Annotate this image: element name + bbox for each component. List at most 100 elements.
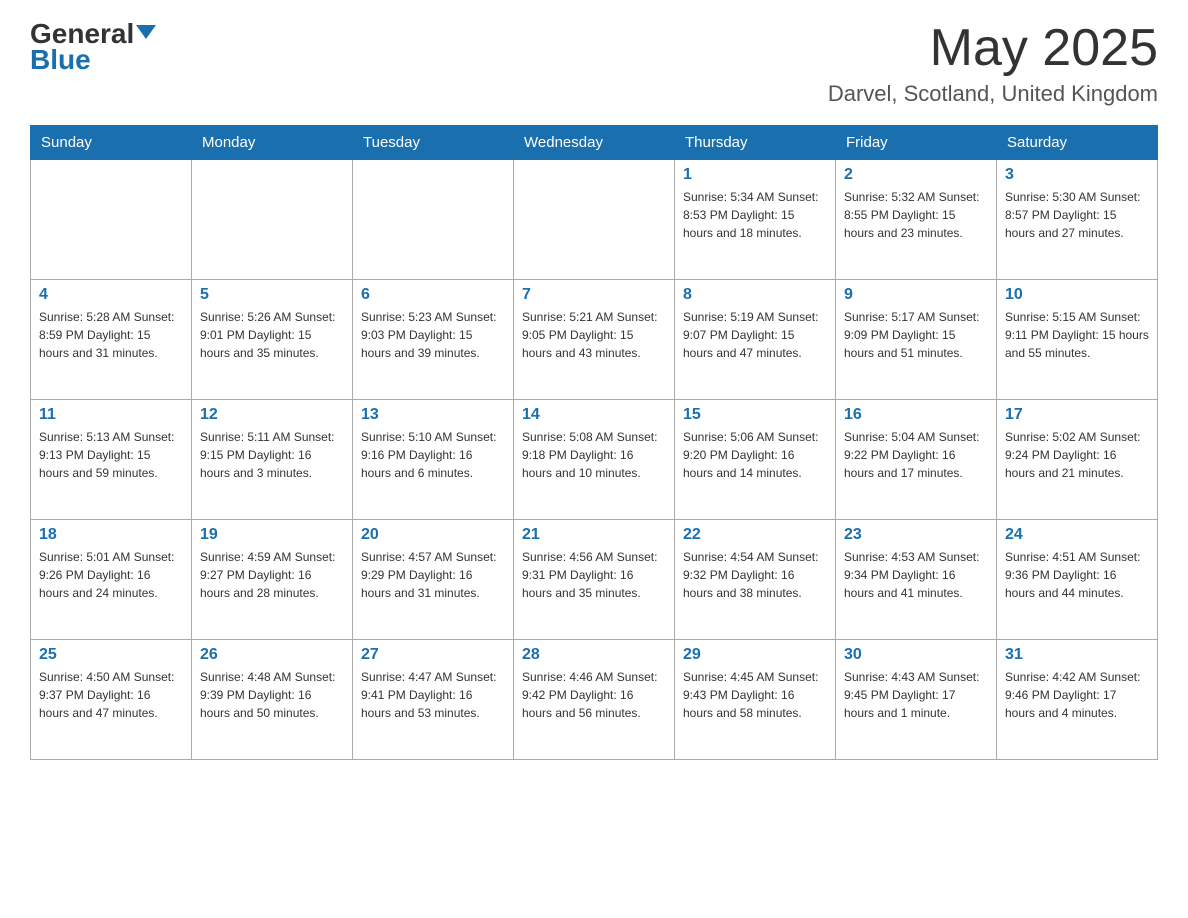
day-info: Sunrise: 4:43 AM Sunset: 9:45 PM Dayligh… [844,668,988,722]
day-info: Sunrise: 4:54 AM Sunset: 9:32 PM Dayligh… [683,548,827,602]
day-number: 23 [844,526,988,544]
day-info: Sunrise: 4:53 AM Sunset: 9:34 PM Dayligh… [844,548,988,602]
calendar-cell: 1 Sunrise: 5:34 AM Sunset: 8:53 PM Daylig… [675,160,836,280]
calendar-cell [192,160,353,280]
day-number: 6 [361,286,505,304]
calendar-cell: 14Sunrise: 5:08 AM Sunset: 9:18 PM Dayli… [514,400,675,520]
day-info: Sunrise: 4:46 AM Sunset: 9:42 PM Dayligh… [522,668,666,722]
day-number: 19 [200,526,344,544]
day-number: 28 [522,646,666,664]
day-number: 24 [1005,526,1149,544]
day-info: Sunrise: 5:15 AM Sunset: 9:11 PM Dayligh… [1005,308,1149,362]
calendar-cell: 24 Sunrise: 4:51 AM Sunset: 9:36 PM Dayli… [997,520,1158,640]
logo-blue: Blue [30,46,91,74]
day-number: 21 [522,526,666,544]
calendar-header-saturday: Saturday [997,126,1158,160]
calendar-cell: 31 Sunrise: 4:42 AM Sunset: 9:46 PM Dayli… [997,640,1158,760]
day-info: Sunrise: 4:48 AM Sunset: 9:39 PM Dayligh… [200,668,344,722]
title-block: May 2025 Darvel, Scotland, United Kingdo… [828,20,1158,107]
day-info: Sunrise: 5:21 AM Sunset: 9:05 PM Dayligh… [522,308,666,362]
day-number: 16 [844,406,988,424]
page-header: General Blue May 2025 Darvel, Scotland, … [30,20,1158,107]
calendar-cell [353,160,514,280]
calendar-cell: 19 Sunrise: 4:59 AM Sunset: 9:27 PM Dayli… [192,520,353,640]
calendar-cell: 30 Sunrise: 4:43 AM Sunset: 9:45 PM Dayli… [836,640,997,760]
calendar-cell [31,160,192,280]
calendar-cell: 10 Sunrise: 5:15 AM Sunset: 9:11 PM Dayli… [997,280,1158,400]
logo: General Blue [30,20,156,74]
calendar-cell: 5 Sunrise: 5:26 AM Sunset: 9:01 PM Daylig… [192,280,353,400]
day-info: Sunrise: 5:04 AM Sunset: 9:22 PM Dayligh… [844,428,988,482]
day-number: 9 [844,286,988,304]
day-number: 5 [200,286,344,304]
day-number: 2 [844,166,988,184]
day-info: Sunrise: 5:13 AM Sunset: 9:13 PM Dayligh… [39,428,183,482]
day-number: 29 [683,646,827,664]
day-info: Sunrise: 4:51 AM Sunset: 9:36 PM Dayligh… [1005,548,1149,602]
day-info: Sunrise: 5:17 AM Sunset: 9:09 PM Dayligh… [844,308,988,362]
day-info: Sunrise: 5:01 AM Sunset: 9:26 PM Dayligh… [39,548,183,602]
calendar-cell: 3Sunrise: 5:30 AM Sunset: 8:57 PM Daylig… [997,160,1158,280]
day-number: 13 [361,406,505,424]
calendar-cell: 29Sunrise: 4:45 AM Sunset: 9:43 PM Dayli… [675,640,836,760]
day-number: 1 [683,166,827,184]
day-number: 22 [683,526,827,544]
day-number: 30 [844,646,988,664]
calendar-cell: 22 Sunrise: 4:54 AM Sunset: 9:32 PM Dayli… [675,520,836,640]
day-info: Sunrise: 5:19 AM Sunset: 9:07 PM Dayligh… [683,308,827,362]
day-info: Sunrise: 5:23 AM Sunset: 9:03 PM Dayligh… [361,308,505,362]
day-number: 14 [522,406,666,424]
calendar-header-friday: Friday [836,126,997,160]
day-number: 31 [1005,646,1149,664]
calendar-cell: 6 Sunrise: 5:23 AM Sunset: 9:03 PM Daylig… [353,280,514,400]
day-number: 25 [39,646,183,664]
day-info: Sunrise: 5:26 AM Sunset: 9:01 PM Dayligh… [200,308,344,362]
day-number: 27 [361,646,505,664]
calendar-week-row: 25 Sunrise: 4:50 AM Sunset: 9:37 PM Dayli… [31,640,1158,760]
calendar-cell: 21 Sunrise: 4:56 AM Sunset: 9:31 PM Dayli… [514,520,675,640]
calendar-header-row: SundayMondayTuesdayWednesdayThursdayFrid… [31,126,1158,160]
calendar-week-row: 4 Sunrise: 5:28 AM Sunset: 8:59 PM Daylig… [31,280,1158,400]
calendar-cell [514,160,675,280]
day-number: 10 [1005,286,1149,304]
day-info: Sunrise: 5:11 AM Sunset: 9:15 PM Dayligh… [200,428,344,482]
day-info: Sunrise: 5:06 AM Sunset: 9:20 PM Dayligh… [683,428,827,482]
day-info: Sunrise: 5:28 AM Sunset: 8:59 PM Dayligh… [39,308,183,362]
calendar-header-sunday: Sunday [31,126,192,160]
day-info: Sunrise: 5:10 AM Sunset: 9:16 PM Dayligh… [361,428,505,482]
calendar-cell: 2 Sunrise: 5:32 AM Sunset: 8:55 PM Daylig… [836,160,997,280]
calendar-cell: 28 Sunrise: 4:46 AM Sunset: 9:42 PM Dayli… [514,640,675,760]
calendar-week-row: 11Sunrise: 5:13 AM Sunset: 9:13 PM Dayli… [31,400,1158,520]
day-info: Sunrise: 5:02 AM Sunset: 9:24 PM Dayligh… [1005,428,1149,482]
calendar-cell: 20Sunrise: 4:57 AM Sunset: 9:29 PM Dayli… [353,520,514,640]
day-number: 18 [39,526,183,544]
day-info: Sunrise: 5:32 AM Sunset: 8:55 PM Dayligh… [844,188,988,242]
calendar-cell: 27Sunrise: 4:47 AM Sunset: 9:41 PM Dayli… [353,640,514,760]
day-number: 8 [683,286,827,304]
day-number: 4 [39,286,183,304]
logo-triangle-icon [136,25,156,39]
day-number: 26 [200,646,344,664]
calendar-cell: 7 Sunrise: 5:21 AM Sunset: 9:05 PM Daylig… [514,280,675,400]
day-info: Sunrise: 4:56 AM Sunset: 9:31 PM Dayligh… [522,548,666,602]
day-number: 15 [683,406,827,424]
calendar-cell: 8 Sunrise: 5:19 AM Sunset: 9:07 PM Daylig… [675,280,836,400]
calendar-week-row: 1 Sunrise: 5:34 AM Sunset: 8:53 PM Daylig… [31,160,1158,280]
calendar-cell: 4 Sunrise: 5:28 AM Sunset: 8:59 PM Daylig… [31,280,192,400]
day-info: Sunrise: 4:50 AM Sunset: 9:37 PM Dayligh… [39,668,183,722]
month-title: May 2025 [828,20,1158,77]
calendar-header-wednesday: Wednesday [514,126,675,160]
calendar-header-thursday: Thursday [675,126,836,160]
calendar-header-monday: Monday [192,126,353,160]
calendar-cell: 13 Sunrise: 5:10 AM Sunset: 9:16 PM Dayli… [353,400,514,520]
day-number: 3 [1005,166,1149,184]
day-number: 20 [361,526,505,544]
calendar-cell: 12Sunrise: 5:11 AM Sunset: 9:15 PM Dayli… [192,400,353,520]
location-title: Darvel, Scotland, United Kingdom [828,81,1158,107]
day-info: Sunrise: 4:59 AM Sunset: 9:27 PM Dayligh… [200,548,344,602]
calendar-cell: 26 Sunrise: 4:48 AM Sunset: 9:39 PM Dayli… [192,640,353,760]
day-number: 7 [522,286,666,304]
day-info: Sunrise: 4:42 AM Sunset: 9:46 PM Dayligh… [1005,668,1149,722]
day-info: Sunrise: 5:34 AM Sunset: 8:53 PM Dayligh… [683,188,827,242]
calendar-cell: 15 Sunrise: 5:06 AM Sunset: 9:20 PM Dayli… [675,400,836,520]
